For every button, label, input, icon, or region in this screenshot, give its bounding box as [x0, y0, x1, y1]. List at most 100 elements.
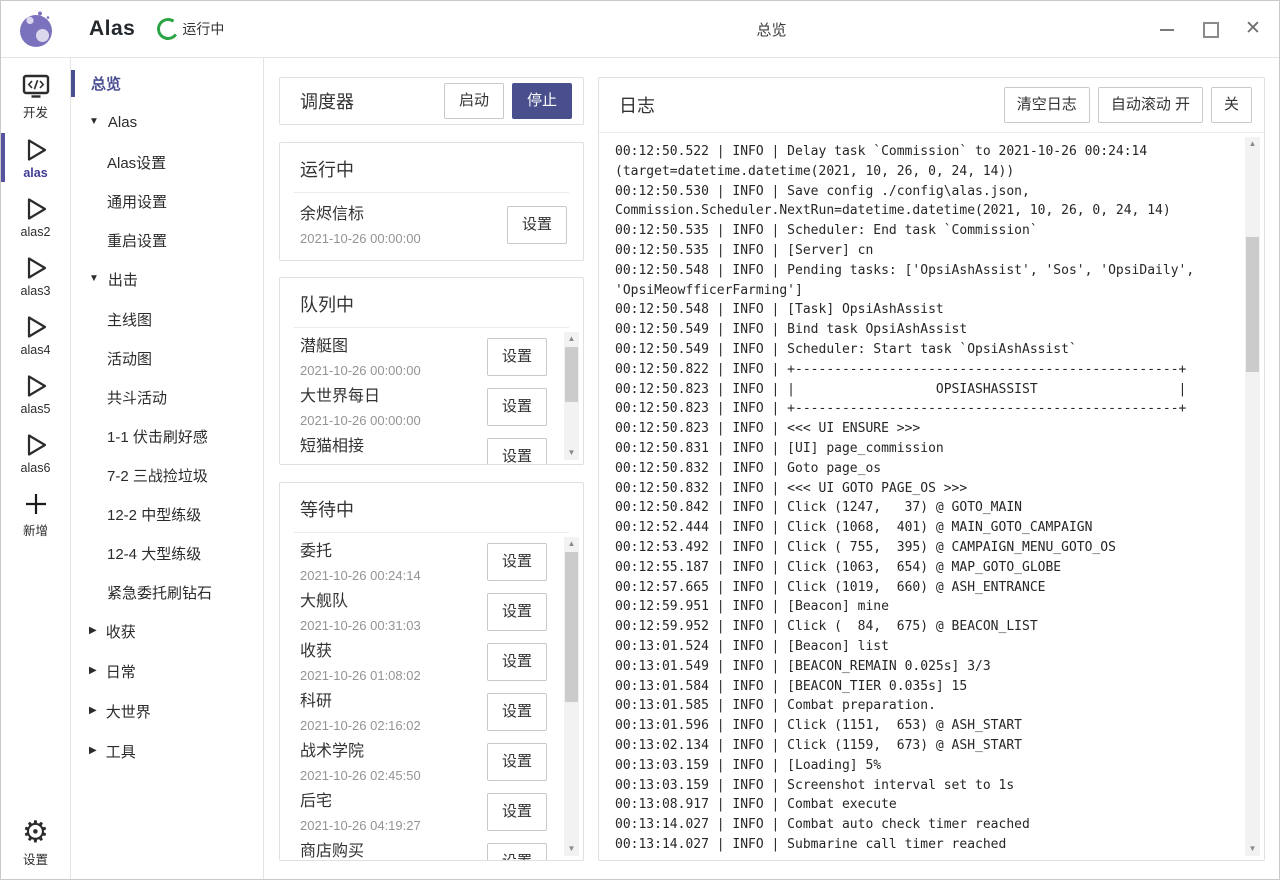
scroll-up-icon[interactable]: ▲ [564, 332, 579, 346]
scrollbar[interactable]: ▲▼ [564, 537, 579, 856]
scroll-down-icon[interactable]: ▼ [564, 842, 579, 856]
nav-item-Alas设置[interactable]: Alas设置 [71, 149, 263, 176]
sidebar-item-label: alas2 [21, 225, 51, 239]
nav-item-7-2 三战捡垃圾[interactable]: 7-2 三战捡垃圾 [71, 462, 263, 489]
sidebar-item-settings[interactable]: ⚙ 设置 [1, 811, 70, 875]
gear-icon: ⚙ [22, 819, 49, 847]
nav-item-label: 重启设置 [107, 230, 167, 251]
task-settings-button[interactable]: 设置 [487, 438, 547, 464]
task-settings-button[interactable]: 设置 [487, 643, 547, 681]
scrollbar[interactable]: ▲▼ [564, 332, 579, 460]
nav-item-出击[interactable]: ▼出击 [71, 266, 263, 293]
task-list: 潜艇图2021-10-26 00:00:00设置大世界每日2021-10-26 … [280, 328, 583, 464]
task-name: 战术学院 [300, 741, 487, 763]
sidebar-item-alas2[interactable]: alas2 [1, 187, 70, 246]
scroll-up-icon[interactable]: ▲ [1245, 137, 1260, 151]
scrollbar-thumb[interactable] [1246, 237, 1259, 372]
task-row: 余烬信标2021-10-26 00:00:00设置 [300, 200, 567, 250]
running-spinner-icon [156, 16, 181, 41]
log-scrollbar[interactable]: ▲ ▼ [1245, 137, 1260, 856]
task-name: 科研 [300, 691, 487, 713]
section-title: 队列中 [280, 278, 583, 327]
task-settings-button[interactable]: 设置 [487, 793, 547, 831]
task-time: 2021-10-26 00:00:00 [300, 412, 487, 429]
nav-item-收获[interactable]: ▶收获 [71, 618, 263, 645]
stop-button[interactable]: 停止 [512, 83, 572, 119]
sidebar-item-add[interactable]: 新增 [1, 482, 70, 546]
task-info: 大世界每日2021-10-26 00:00:00 [300, 386, 487, 429]
task-name: 大舰队 [300, 591, 487, 613]
nav-item-日常[interactable]: ▶日常 [71, 658, 263, 685]
task-info: 短猫相接2021-10-26 00:00:00 [300, 436, 487, 465]
task-settings-button[interactable]: 设置 [487, 843, 547, 860]
nav-item-label: 总览 [91, 73, 121, 94]
nav-item-通用设置[interactable]: 通用设置 [71, 188, 263, 215]
running-card: 运行中余烬信标2021-10-26 00:00:00设置 [279, 142, 584, 261]
task-row: 商店购买设置 [300, 837, 547, 860]
nav-item-1-1 伏击刷好感[interactable]: 1-1 伏击刷好感 [71, 423, 263, 450]
log-off-button[interactable]: 关 [1211, 87, 1252, 123]
nav-item-紧急委托刷钻石[interactable]: 紧急委托刷钻石 [71, 579, 263, 606]
app-title: Alas [89, 17, 135, 41]
nav-item-活动图[interactable]: 活动图 [71, 345, 263, 372]
task-settings-button[interactable]: 设置 [487, 593, 547, 631]
scrollbar-thumb[interactable] [565, 347, 578, 402]
nav-item-label: Alas [108, 114, 137, 131]
task-settings-button[interactable]: 设置 [487, 338, 547, 376]
log-text: 00:12:50.522 | INFO | Delay task `Commis… [599, 133, 1264, 855]
page-title: 总览 [264, 19, 1279, 40]
sidebar-item-label: alas5 [21, 402, 51, 416]
sidebar-item-label: 设置 [23, 849, 48, 868]
nav-item-label: 共斗活动 [107, 387, 167, 408]
task-settings-button[interactable]: 设置 [487, 388, 547, 426]
play-icon [22, 431, 50, 459]
scrollbar-thumb[interactable] [565, 552, 578, 702]
start-button[interactable]: 启动 [444, 83, 504, 119]
nav-item-12-4 大型练级[interactable]: 12-4 大型练级 [71, 540, 263, 567]
sidebar-item-alas5[interactable]: alas5 [1, 364, 70, 423]
task-time: 2021-10-26 00:31:03 [300, 617, 487, 634]
chevron-right-icon: ▶ [89, 625, 97, 636]
task-row: 大舰队 2021-10-26 00:31:03设置 [300, 587, 547, 637]
sidebar-item-dev[interactable]: 开发 [1, 64, 70, 128]
nav-item-大世界[interactable]: ▶大世界 [71, 698, 263, 725]
clear-log-button[interactable]: 清空日志 [1004, 87, 1090, 123]
scroll-down-icon[interactable]: ▼ [1245, 842, 1260, 856]
task-settings-button[interactable]: 设置 [487, 693, 547, 731]
task-settings-button[interactable]: 设置 [487, 743, 547, 781]
nav-item-重启设置[interactable]: 重启设置 [71, 227, 263, 254]
task-settings-button[interactable]: 设置 [487, 543, 547, 581]
window-controls: ✕ [1159, 1, 1261, 57]
task-info: 委托2021-10-26 00:24:14 [300, 541, 487, 584]
sidebar-item-alas4[interactable]: alas4 [1, 305, 70, 364]
nav-item-主线图[interactable]: 主线图 [71, 306, 263, 333]
sidebar-item-alas6[interactable]: alas6 [1, 423, 70, 482]
play-icon [22, 195, 50, 223]
log-title: 日志 [619, 92, 996, 118]
task-row: 后宅2021-10-26 04:19:27设置 [300, 787, 547, 837]
scroll-down-icon[interactable]: ▼ [564, 446, 579, 460]
queue-card: 队列中潜艇图2021-10-26 00:00:00设置大世界每日2021-10-… [279, 277, 584, 465]
task-time: 2021-10-26 00:00:00 [300, 462, 487, 465]
sidebar-item-alas[interactable]: alas [1, 128, 70, 187]
maximize-icon[interactable] [1202, 21, 1218, 37]
nav-item-共斗活动[interactable]: 共斗活动 [71, 384, 263, 411]
scroll-up-icon[interactable]: ▲ [564, 537, 579, 551]
sidebar-item-alas3[interactable]: alas3 [1, 246, 70, 305]
autoscroll-toggle-button[interactable]: 自动滚动 开 [1098, 87, 1203, 123]
sidebar-item-label: 开发 [23, 102, 48, 121]
nav-item-工具[interactable]: ▶工具 [71, 738, 263, 765]
nav-item-Alas[interactable]: ▼ Alas [71, 109, 263, 136]
minimize-icon[interactable] [1159, 21, 1175, 37]
close-icon[interactable]: ✕ [1245, 21, 1261, 37]
task-name: 商店购买 [300, 841, 487, 861]
chevron-down-icon: ▼ [89, 116, 99, 127]
nav-item-总览[interactable]: 总览 [71, 70, 263, 97]
task-settings-button[interactable]: 设置 [507, 206, 567, 244]
nav-item-label: 紧急委托刷钻石 [107, 582, 212, 603]
section-title: 运行中 [280, 143, 583, 192]
sidebar-item-label: 新增 [23, 520, 48, 539]
nav-item-12-2 中型练级[interactable]: 12-2 中型练级 [71, 501, 263, 528]
scheduler-status: 运行中 [157, 18, 224, 40]
sidebar-item-label: alas [23, 166, 47, 180]
